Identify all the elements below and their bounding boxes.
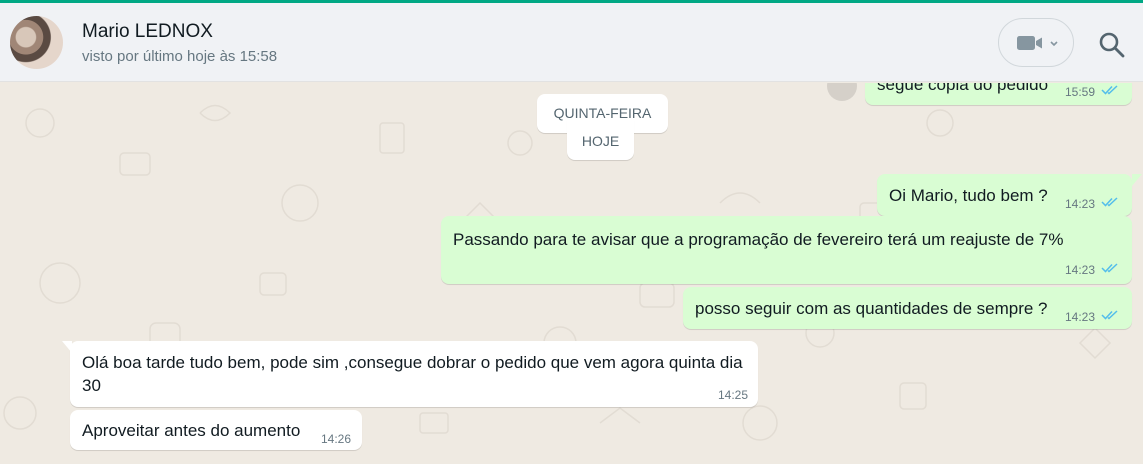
message-time: 14:23 — [1065, 310, 1096, 324]
message-bubble-outgoing[interactable]: posso seguir com as quantidades de sempr… — [683, 287, 1132, 329]
contact-name[interactable]: Mario LEDNOX — [82, 21, 213, 43]
double-check-icon — [1101, 310, 1118, 320]
message-text: Oi Mario, tudo bem ? — [889, 186, 1048, 205]
last-seen-status: visto por último hoje às 15:58 — [82, 48, 278, 65]
message-time: 14:25 — [718, 388, 749, 402]
message-bubble-outgoing[interactable]: Passando para te avisar que a programaçã… — [441, 216, 1132, 284]
double-check-icon — [1101, 263, 1118, 273]
message-text: Aproveitar antes do aumento — [82, 421, 301, 440]
message-text: posso seguir com as quantidades de sempr… — [695, 299, 1048, 318]
search-icon[interactable] — [1097, 30, 1127, 60]
message-time: 14:23 — [1065, 263, 1096, 277]
message-bubble-incoming[interactable]: Olá boa tarde tudo bem, pode sim ,conseg… — [70, 341, 758, 407]
message-time: 15:59 — [1065, 85, 1096, 99]
today-separator: HOJE — [567, 120, 634, 160]
message-text: Olá boa tarde tudo bem, pode sim ,conseg… — [82, 353, 743, 395]
chevron-down-icon — [1050, 41, 1058, 47]
message-text: Passando para te avisar que a programaçã… — [453, 230, 1064, 249]
message-bubble-incoming[interactable]: Aproveitar antes do aumento 14:26 — [70, 410, 362, 450]
bubble-tail-incoming — [62, 341, 72, 353]
avatar[interactable] — [10, 16, 63, 69]
message-time: 14:26 — [321, 432, 352, 446]
message-bubble-outgoing[interactable]: segue copia do pedido 15:59 — [865, 83, 1132, 105]
double-check-icon — [1101, 197, 1118, 207]
message-text: segue copia do pedido — [877, 83, 1049, 94]
chat-area[interactable]: segue copia do pedido 15:59 QUINTA-FEIRA… — [0, 83, 1143, 464]
bubble-tail-outgoing — [1132, 174, 1142, 186]
message-bubble-outgoing[interactable]: Oi Mario, tudo bem ? 14:23 — [877, 174, 1132, 216]
message-time: 14:23 — [1065, 197, 1096, 211]
video-call-icon — [1017, 36, 1058, 50]
chat-header[interactable]: Mario LEDNOX visto por último hoje às 15… — [0, 3, 1143, 82]
video-call-button[interactable] — [998, 18, 1074, 67]
double-check-icon — [1101, 85, 1118, 95]
